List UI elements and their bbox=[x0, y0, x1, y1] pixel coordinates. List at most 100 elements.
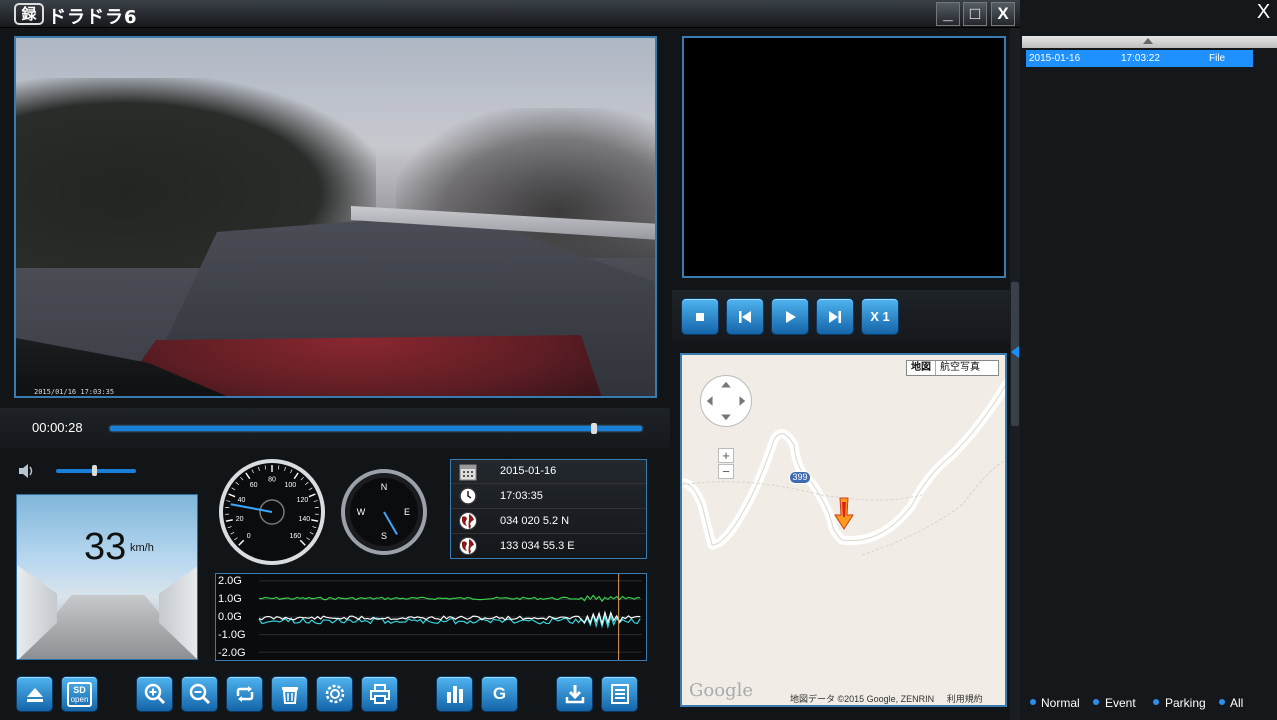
seek-bar[interactable] bbox=[110, 426, 642, 431]
compass-east: E bbox=[404, 507, 410, 517]
google-logo: Google bbox=[689, 680, 753, 701]
maximize-icon: □ bbox=[969, 4, 981, 23]
previous-button[interactable] bbox=[726, 298, 764, 335]
map-zoom-out-button[interactable]: − bbox=[718, 464, 734, 479]
g-sensor-x-line bbox=[258, 594, 641, 603]
graph-button[interactable] bbox=[436, 676, 473, 712]
info-longitude: 133 034 55.3 E bbox=[500, 540, 575, 552]
eject-button[interactable] bbox=[16, 676, 53, 712]
trash-icon bbox=[282, 687, 298, 704]
filter-all[interactable]: All bbox=[1230, 696, 1243, 710]
speed-unit: km/h bbox=[130, 542, 154, 554]
close-icon: X bbox=[1256, 1, 1271, 23]
speed-display bbox=[16, 494, 198, 660]
playback-speed-button[interactable]: X 1 bbox=[861, 298, 899, 335]
speedometer-tick-label: 160 bbox=[289, 533, 301, 540]
pan-right-icon bbox=[739, 396, 746, 406]
map-zoom-in-button[interactable]: + bbox=[718, 448, 734, 463]
secondary-video-preview[interactable] bbox=[682, 36, 1006, 278]
maximize-button[interactable]: □ bbox=[963, 2, 987, 26]
speedometer-tick-label: 80 bbox=[268, 477, 276, 484]
filter-parking[interactable]: Parking bbox=[1165, 696, 1206, 710]
sd-label: SD bbox=[73, 685, 86, 695]
stop-icon bbox=[696, 313, 704, 321]
printer-icon bbox=[370, 684, 390, 704]
stop-button[interactable] bbox=[681, 298, 719, 335]
download-icon bbox=[565, 685, 585, 704]
speedometer-tick-label: 0 bbox=[247, 533, 251, 540]
sd-open-button[interactable]: SD open bbox=[61, 676, 98, 712]
g-label-minus-2: -2.0G bbox=[218, 647, 246, 659]
g-label-1: 1.0G bbox=[218, 593, 242, 605]
sort-arrow-icon bbox=[1143, 38, 1153, 44]
g-label-minus-1: -1.0G bbox=[218, 629, 246, 641]
file-list-button[interactable] bbox=[601, 676, 638, 712]
zoom-out-button[interactable] bbox=[181, 676, 218, 712]
pan-left-icon bbox=[706, 396, 713, 406]
volume-handle[interactable] bbox=[91, 465, 97, 476]
compass-west: W bbox=[357, 507, 366, 517]
file-time: 17:03:22 bbox=[1121, 53, 1160, 64]
compass-north: N bbox=[381, 482, 388, 492]
clock-icon bbox=[459, 487, 477, 505]
compass-south: S bbox=[381, 531, 387, 541]
collapse-arrow-icon[interactable] bbox=[1011, 346, 1019, 358]
eject-icon bbox=[27, 688, 43, 702]
playback-speed-label: X 1 bbox=[870, 309, 890, 324]
calendar-icon bbox=[459, 464, 477, 481]
filter-dot-icon bbox=[1030, 699, 1036, 705]
skip-back-icon bbox=[739, 311, 751, 323]
map-type-roadmap[interactable]: 地図 bbox=[907, 361, 936, 375]
repeat-button[interactable] bbox=[226, 676, 263, 712]
zoom-in-icon bbox=[144, 683, 166, 705]
globe-icon bbox=[459, 512, 477, 530]
speedometer-tick-label: 40 bbox=[238, 497, 246, 504]
file-type: File bbox=[1209, 53, 1226, 64]
g-sensor-button[interactable]: G bbox=[481, 676, 518, 712]
speaker-icon[interactable] bbox=[17, 462, 37, 480]
skip-forward-icon bbox=[829, 311, 841, 323]
zoom-out-icon bbox=[189, 683, 211, 705]
sd-sub-label: open bbox=[70, 695, 89, 704]
g-sensor-label: G bbox=[492, 684, 507, 703]
speedometer-tick-label: 20 bbox=[236, 516, 244, 523]
bar-chart-icon bbox=[447, 686, 463, 703]
minimize-button[interactable]: _ bbox=[936, 2, 960, 26]
info-time: 17:03:35 bbox=[500, 490, 543, 502]
zoom-in-button[interactable] bbox=[136, 676, 173, 712]
file-list-row[interactable]: 2015-01-16 17:03:22 File bbox=[1026, 50, 1253, 67]
g-label-0: 0.0G bbox=[218, 611, 242, 623]
next-button[interactable] bbox=[816, 298, 854, 335]
filter-event[interactable]: Event bbox=[1105, 696, 1136, 710]
settings-button[interactable] bbox=[316, 676, 353, 712]
play-button[interactable] bbox=[771, 298, 809, 335]
video-player[interactable]: 2015/01/16 17:03:35 bbox=[14, 36, 657, 398]
speedometer-gauge: 0 20 40 60 80 100 120 140 160 bbox=[219, 459, 325, 565]
map-attribution: 地図データ ©2015 Google, ZENRIN 利用規約 bbox=[790, 692, 983, 705]
sd-card-icon: SD open bbox=[67, 682, 92, 707]
globe-icon-longitude bbox=[459, 537, 477, 555]
speedometer-tick-label: 100 bbox=[284, 482, 296, 489]
filter-normal[interactable]: Normal bbox=[1041, 696, 1080, 710]
map-type-satellite[interactable]: 航空写真 bbox=[936, 361, 984, 375]
file-list-panel bbox=[1020, 0, 1277, 720]
delete-button[interactable] bbox=[271, 676, 308, 712]
print-button[interactable] bbox=[361, 676, 398, 712]
app-title: ドラドラ6 bbox=[48, 7, 138, 28]
map-pan-control[interactable] bbox=[700, 375, 752, 427]
close-icon: X bbox=[997, 4, 1009, 23]
compass: N E S W bbox=[341, 469, 427, 555]
file-list-close-button[interactable]: X bbox=[1250, 0, 1277, 26]
route-shield: 399 bbox=[789, 471, 811, 484]
close-button[interactable]: X bbox=[991, 2, 1015, 26]
elapsed-time: 00:00:28 bbox=[32, 420, 83, 435]
map-terms-link[interactable]: 利用規約 bbox=[947, 694, 983, 704]
speedometer-tick-label: 120 bbox=[297, 497, 309, 504]
info-row-time bbox=[451, 484, 646, 509]
pan-down-icon bbox=[721, 414, 731, 421]
list-icon bbox=[611, 684, 629, 704]
gear-icon bbox=[325, 684, 345, 704]
seek-handle[interactable] bbox=[591, 423, 598, 434]
map-type-toggle: 地図 航空写真 bbox=[906, 360, 999, 376]
download-button[interactable] bbox=[556, 676, 593, 712]
